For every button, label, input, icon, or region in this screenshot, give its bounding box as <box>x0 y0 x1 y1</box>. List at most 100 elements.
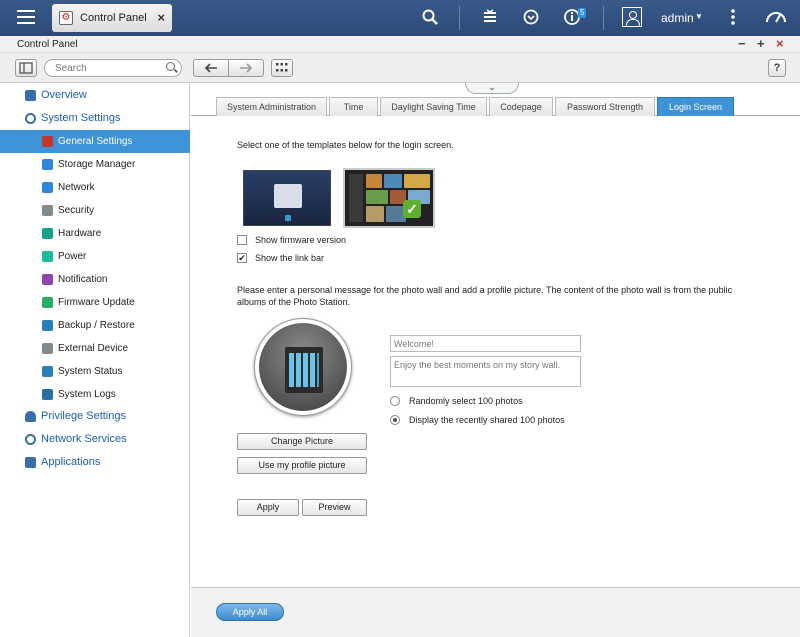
tab-login-screen[interactable]: Login Screen <box>657 97 734 116</box>
sidebar-item-system-status[interactable]: System Status <box>0 360 190 383</box>
sidebar-item-label: Power <box>58 251 87 262</box>
sidebar-item-notification[interactable]: Notification <box>0 268 190 291</box>
globe-icon <box>25 434 36 445</box>
radio-random-photos[interactable] <box>390 396 400 406</box>
tab-time[interactable]: Time <box>329 97 378 116</box>
welcome-title-field[interactable] <box>390 335 581 352</box>
apply-button[interactable]: Apply <box>237 499 299 516</box>
show-link-bar-label: Show the link bar <box>255 253 325 263</box>
sidebar-item-label: System Status <box>58 366 123 377</box>
sidebar-item-privilege-settings[interactable]: Privilege Settings <box>0 405 190 428</box>
sidebar-item-power[interactable]: Power <box>0 245 190 268</box>
login-screen-panel: Select one of the templates below for th… <box>216 117 800 587</box>
close-tab-icon[interactable]: × <box>157 10 165 25</box>
firmware-icon <box>42 297 53 308</box>
login-dialog-preview <box>274 184 302 208</box>
sidebar-item-applications[interactable]: Applications <box>0 451 190 474</box>
control-panel-tab[interactable]: ⚙ Control Panel × <box>52 4 172 32</box>
radio-recent-photos[interactable] <box>390 415 400 425</box>
lock-icon <box>42 205 53 216</box>
sidebar-item-backup-restore[interactable]: Backup / Restore <box>0 314 190 337</box>
radio-recent-label: Display the recently shared 100 photos <box>409 415 565 425</box>
tab-codepage[interactable]: Codepage <box>489 97 553 116</box>
forward-button[interactable] <box>228 59 264 77</box>
chevron-down-icon[interactable]: ▼ <box>695 12 703 21</box>
sidebar-item-label: Security <box>58 205 95 216</box>
back-button[interactable] <box>193 59 229 77</box>
help-button[interactable]: ? <box>768 59 786 77</box>
tab-system-administration[interactable]: System Administration <box>216 97 327 116</box>
tab-title: Control Panel <box>80 12 147 24</box>
backup-icon <box>42 320 53 331</box>
tab-daylight-saving-time[interactable]: Daylight Saving Time <box>380 97 487 116</box>
external-device-icon <box>42 343 53 354</box>
window-title-bar: Control Panel − + × <box>0 36 800 53</box>
minimize-icon[interactable]: − <box>738 37 746 51</box>
notification-icon <box>42 274 53 285</box>
maximize-icon[interactable]: + <box>757 37 765 51</box>
sidebar-item-storage-manager[interactable]: Storage Manager <box>0 153 190 176</box>
show-link-bar-checkbox[interactable]: ✔ <box>237 253 247 263</box>
tab-password-strength[interactable]: Password Strength <box>555 97 655 116</box>
system-status-icon <box>42 366 53 377</box>
sidebar-item-external-device[interactable]: External Device <box>0 337 190 360</box>
power-icon <box>42 251 53 262</box>
template-classic-thumbnail[interactable] <box>243 170 331 226</box>
personal-message-field[interactable]: Enjoy the best moments on my story wall. <box>390 356 581 387</box>
preview-button[interactable]: Preview <box>302 499 367 516</box>
sidebar-item-overview[interactable]: Overview <box>0 84 190 107</box>
grid-view-button[interactable] <box>271 59 293 77</box>
use-profile-picture-button[interactable]: Use my profile picture <box>237 457 367 474</box>
system-logs-icon <box>42 389 53 400</box>
search-input[interactable] <box>55 62 155 75</box>
notification-count-badge: 5 <box>578 8 587 18</box>
sidebar-item-system-settings[interactable]: System Settings <box>0 107 190 130</box>
search-icon[interactable] <box>420 8 440 28</box>
sidebar-item-label: System Logs <box>58 389 116 400</box>
tab-bar: System Administration Time Daylight Savi… <box>191 97 800 116</box>
window-title: Control Panel <box>17 39 78 50</box>
template-photo-wall-thumbnail[interactable] <box>343 168 435 228</box>
sidebar-item-hardware[interactable]: Hardware <box>0 222 190 245</box>
sidebar-item-label: General Settings <box>58 136 133 147</box>
sidebar-item-firmware-update[interactable]: Firmware Update <box>0 291 190 314</box>
overview-icon <box>25 90 36 101</box>
footer-bar: Apply All <box>191 587 800 637</box>
main-content: ⌄ System Administration Time Daylight Sa… <box>191 83 800 637</box>
sidebar-item-label: Network Services <box>41 433 127 445</box>
toolbar: ? <box>0 53 800 83</box>
more-icon[interactable] <box>723 8 743 28</box>
stack-icon[interactable] <box>480 8 500 28</box>
change-picture-button[interactable]: Change Picture <box>237 433 367 450</box>
show-firmware-label: Show firmware version <box>255 235 347 245</box>
user-name[interactable]: admin <box>661 11 694 25</box>
sidebar-item-network-services[interactable]: Network Services <box>0 428 190 451</box>
sidebar-item-label: Notification <box>58 274 108 285</box>
sidebar: Overview System Settings General Setting… <box>0 83 190 637</box>
applications-icon <box>25 457 36 468</box>
show-firmware-checkbox[interactable] <box>237 235 247 245</box>
sidebar-item-label: Storage Manager <box>58 159 136 170</box>
sidebar-item-label: Backup / Restore <box>58 320 135 331</box>
sync-icon[interactable] <box>521 8 541 28</box>
search-box[interactable] <box>44 59 182 77</box>
profile-picture <box>254 318 352 416</box>
nas-device-icon <box>285 347 323 393</box>
general-settings-icon <box>42 136 53 147</box>
sidebar-item-system-logs[interactable]: System Logs <box>0 383 190 406</box>
close-window-icon[interactable]: × <box>776 37 784 51</box>
top-bar: ⚙ Control Panel × 5 admin ▼ <box>0 0 800 36</box>
dashboard-icon[interactable] <box>764 8 788 28</box>
menu-icon[interactable] <box>14 6 38 30</box>
sidebar-item-security[interactable]: Security <box>0 199 190 222</box>
collapse-tabs-button[interactable]: ⌄ <box>465 83 519 94</box>
sidebar-item-general-settings[interactable]: General Settings <box>0 130 190 153</box>
gear-icon <box>25 113 36 124</box>
sidebar-toggle-button[interactable] <box>15 59 37 77</box>
search-icon[interactable] <box>166 62 175 71</box>
sidebar-item-label: Applications <box>41 456 101 468</box>
user-icon[interactable] <box>622 7 642 27</box>
sidebar-item-label: Hardware <box>58 228 102 239</box>
apply-all-button[interactable]: Apply All <box>216 603 284 621</box>
sidebar-item-network[interactable]: Network <box>0 176 190 199</box>
